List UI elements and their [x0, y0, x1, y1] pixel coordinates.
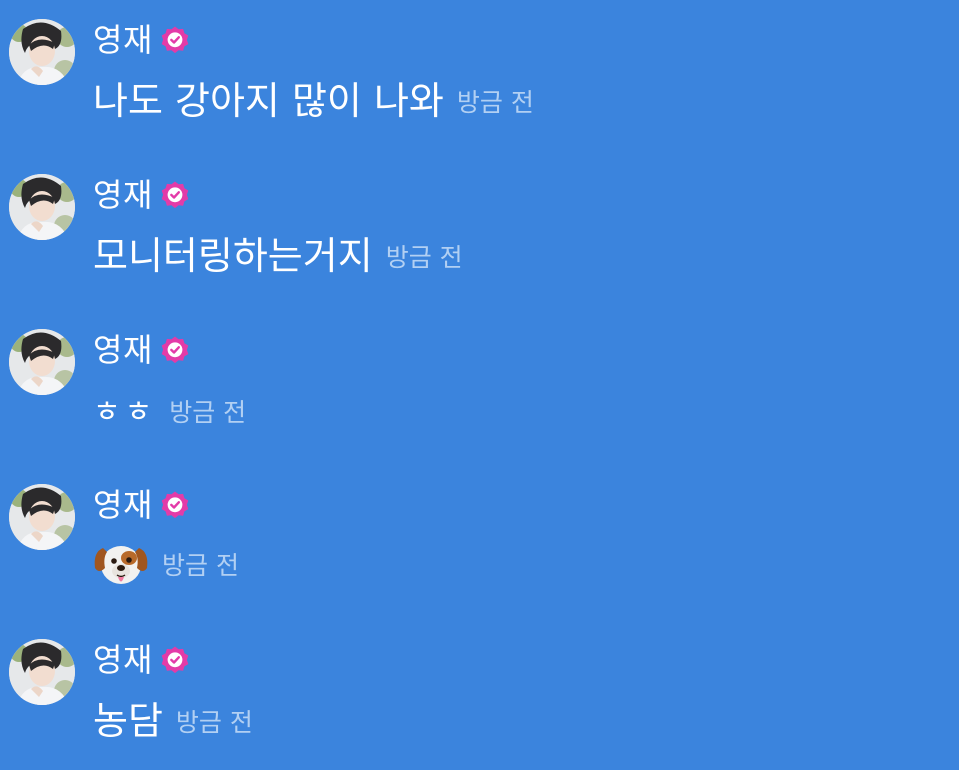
- message-item: 영재 모니터링하는거지 방금 전: [0, 155, 959, 305]
- message-timestamp: 방금 전: [162, 551, 239, 580]
- message-line: 농담 방금 전: [93, 698, 253, 744]
- message-text: ㅎㅎ: [93, 395, 157, 430]
- message-timestamp: 방금 전: [385, 243, 463, 272]
- author-name[interactable]: 영재: [93, 18, 153, 62]
- message-text: 나도 강아지 많이 나와: [93, 79, 444, 123]
- dog-face-icon: [93, 538, 149, 590]
- verified-badge-icon: [160, 180, 190, 210]
- avatar[interactable]: [9, 174, 75, 240]
- avatar[interactable]: [9, 329, 75, 395]
- message-text: 모니터링하는거지: [93, 234, 373, 278]
- message-item: 영재 나도 강아지 많이 나와 방금 전: [0, 0, 959, 150]
- message-line: 모니터링하는거지 방금 전: [93, 233, 463, 279]
- verified-badge-icon: [160, 335, 190, 365]
- author-name[interactable]: 영재: [93, 483, 153, 527]
- author-name[interactable]: 영재: [93, 638, 153, 682]
- message-item: 영재 방금 전: [0, 465, 959, 615]
- message-timestamp: 방금 전: [175, 708, 253, 737]
- message-item: 영재 농담 방금 전: [0, 620, 959, 770]
- message-line: ㅎㅎ 방금 전: [93, 388, 246, 434]
- message-text: 농담: [93, 699, 163, 743]
- message-line: 방금 전: [93, 541, 239, 587]
- author-name[interactable]: 영재: [93, 173, 153, 217]
- avatar[interactable]: [9, 19, 75, 85]
- author-row: 영재: [93, 328, 190, 372]
- avatar[interactable]: [9, 639, 75, 705]
- author-row: 영재: [93, 638, 190, 682]
- author-row: 영재: [93, 483, 190, 527]
- author-name[interactable]: 영재: [93, 328, 153, 372]
- message-timestamp: 방금 전: [169, 398, 247, 427]
- avatar[interactable]: [9, 484, 75, 550]
- message-timestamp: 방금 전: [456, 88, 534, 117]
- verified-badge-icon: [160, 645, 190, 675]
- verified-badge-icon: [160, 25, 190, 55]
- message-line: 나도 강아지 많이 나와 방금 전: [93, 78, 534, 124]
- message-feed: 영재 나도 강아지 많이 나와 방금 전 영재 모니터링하는거지 방금 전 영재…: [0, 0, 959, 768]
- author-row: 영재: [93, 18, 190, 62]
- verified-badge-icon: [160, 490, 190, 520]
- message-item: 영재 ㅎㅎ 방금 전: [0, 310, 959, 460]
- author-row: 영재: [93, 173, 190, 217]
